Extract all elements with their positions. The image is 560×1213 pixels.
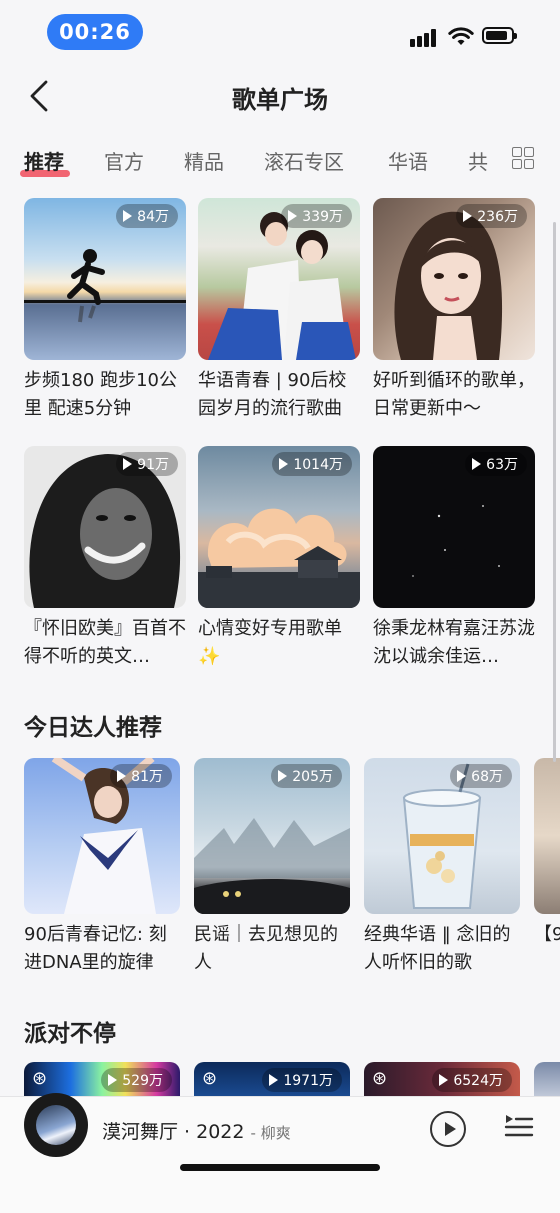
playlist-title[interactable]: 徐秉龙林宥嘉汪苏泷沈以诚余佳运… (373, 615, 535, 671)
play-icon (439, 1074, 449, 1086)
netease-logo-icon: ⊛ (372, 1068, 388, 1089)
tab-chinese[interactable]: 华语 (388, 146, 428, 175)
home-indicator[interactable] (180, 1164, 380, 1171)
play-count-badge: 81万 (110, 764, 172, 788)
playlist-card[interactable]: 84万 步频180 跑步10公里 配速5分钟 (24, 198, 186, 423)
playlist-card[interactable]: 63万 徐秉龙林宥嘉汪苏泷沈以诚余佳运… (373, 446, 535, 671)
play-count-badge: 529万 (101, 1068, 172, 1092)
daren-playlist-card[interactable]: 205万 民谣｜去见想见的人 (194, 758, 350, 977)
playlist-cover[interactable]: 91万 (24, 446, 186, 608)
nav-bar: 歌单广场 (0, 70, 560, 124)
playlist-cover[interactable]: 1014万 (198, 446, 360, 608)
artist-name: 柳爽 (260, 1124, 291, 1142)
netease-logo-icon: ⊛ (32, 1068, 48, 1089)
artist-separator: - (250, 1124, 261, 1142)
play-count-badge: 63万 (465, 452, 527, 476)
section-title-daren: 今日达人推荐 (24, 715, 162, 741)
playlist-title[interactable]: 步频180 跑步10公里 配速5分钟 (24, 367, 186, 423)
daren-playlist-card[interactable]: 68万 经典华语 ‖ 念旧的人听怀旧的歌 (364, 758, 520, 977)
wifi-icon (448, 27, 474, 45)
song-title: 漠河舞厅 · 2022 (102, 1121, 245, 1143)
tab-official[interactable]: 官方 (104, 146, 144, 175)
play-icon (472, 458, 482, 470)
play-count-badge: 68万 (450, 764, 512, 788)
netease-logo-icon: ⊛ (202, 1068, 218, 1089)
playlist-cover[interactable]: 84万 (24, 198, 186, 360)
playlist-title[interactable]: 民谣｜去见想见的人 (194, 921, 350, 977)
playlist-card[interactable]: 1014万 心情变好专用歌单✨ (198, 446, 360, 671)
playlist-queue-icon[interactable] (504, 1111, 534, 1141)
playlist-title[interactable]: 【9点】 (534, 921, 560, 977)
scrollbar[interactable] (553, 222, 556, 762)
playlist-cover[interactable]: 68万 (364, 758, 520, 914)
play-count-badge: 84万 (116, 204, 178, 228)
play-icon (117, 770, 127, 782)
daren-playlist-card[interactable]: 81万 90后青春记忆: 刻进DNA里的旋律 (24, 758, 180, 977)
play-icon (278, 770, 288, 782)
daren-playlist-card-partial[interactable]: 【9点】 (534, 758, 560, 977)
playlist-cover[interactable]: 63万 (373, 446, 535, 608)
playlist-card[interactable]: 236万 好听到循环的歌单，日常更新中～ (373, 198, 535, 423)
playlist-cover[interactable] (534, 758, 560, 914)
playlist-cover[interactable]: 339万 (198, 198, 360, 360)
play-count-badge: 339万 (281, 204, 352, 228)
playlist-cover[interactable]: 236万 (373, 198, 535, 360)
play-icon (123, 458, 133, 470)
party-playlist-cover[interactable]: ⊛ 6524万 (364, 1062, 520, 1096)
cellular-signal-icon (410, 27, 440, 47)
play-count-badge: 1971万 (262, 1068, 342, 1092)
page-title: 歌单广场 (232, 86, 328, 114)
playlist-title[interactable]: 好听到循环的歌单，日常更新中～ (373, 367, 535, 423)
play-icon (123, 210, 133, 222)
section-title-party: 派对不停 (24, 1021, 116, 1047)
playlist-title[interactable]: 90后青春记忆: 刻进DNA里的旋律 (24, 921, 180, 977)
playlist-title[interactable]: 华语青春 | 90后校园岁月的流行歌曲 (198, 367, 360, 423)
now-playing-title[interactable]: 漠河舞厅 · 2022 - 柳爽 (102, 1117, 291, 1144)
category-tabs: 推荐 官方 精品 滚石专区 华语 共 (0, 140, 560, 182)
playlist-title[interactable]: 心情变好专用歌单✨ (198, 615, 360, 671)
play-icon (279, 458, 289, 470)
all-categories-icon[interactable] (512, 147, 534, 169)
tab-rolling-stone[interactable]: 滚石专区 (264, 146, 344, 175)
party-playlist-cover[interactable]: ⊛ 529万 (24, 1062, 180, 1096)
tab-recommend[interactable]: 推荐 (24, 146, 64, 175)
playlist-card[interactable]: 91万 『怀旧欧美』百首不得不听的英文… (24, 446, 186, 671)
party-playlist-cover[interactable]: ⊛ 1971万 (194, 1062, 350, 1096)
play-count-badge: 205万 (271, 764, 342, 788)
play-icon (269, 1074, 279, 1086)
battery-icon (482, 27, 517, 44)
tab-premium[interactable]: 精品 (184, 146, 224, 175)
album-disc[interactable] (24, 1093, 88, 1157)
playlist-cover[interactable]: 81万 (24, 758, 180, 914)
play-count-badge: 91万 (116, 452, 178, 476)
play-icon (288, 210, 298, 222)
play-count-badge: 6524万 (432, 1068, 512, 1092)
play-count-badge: 1014万 (272, 452, 352, 476)
play-icon (457, 770, 467, 782)
tab-partial[interactable]: 共 (468, 146, 488, 175)
status-time[interactable]: 00:26 (47, 14, 143, 50)
playlist-card[interactable]: 339万 华语青春 | 90后校园岁月的流行歌曲 (198, 198, 360, 423)
mini-player[interactable]: 漠河舞厅 · 2022 - 柳爽 (0, 1093, 560, 1213)
play-icon[interactable] (430, 1111, 466, 1147)
play-icon (463, 210, 473, 222)
playlist-title[interactable]: 『怀旧欧美』百首不得不听的英文… (24, 615, 186, 671)
status-bar: 00:26 (0, 0, 560, 64)
party-playlist-cover-partial[interactable] (534, 1062, 560, 1096)
play-count-badge: 236万 (456, 204, 527, 228)
playlist-title[interactable]: 经典华语 ‖ 念旧的人听怀旧的歌 (364, 921, 520, 977)
playlist-cover[interactable]: 205万 (194, 758, 350, 914)
play-icon (108, 1074, 118, 1086)
